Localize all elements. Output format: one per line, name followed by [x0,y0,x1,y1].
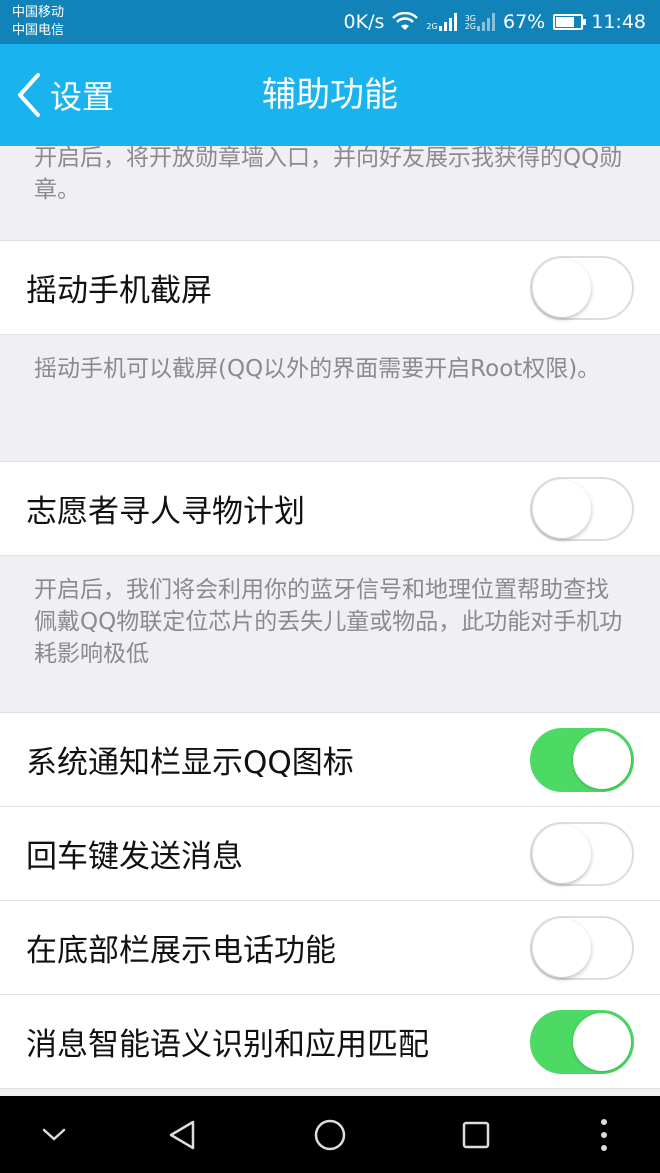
enter-to-send-row[interactable]: 回车键发送消息 [0,807,660,901]
back-triangle-icon [169,1120,195,1149]
signal-icon-1 [438,13,457,31]
bottom-bar-phone-toggle[interactable] [530,915,634,980]
row-label: 摇动手机截屏 [26,273,212,309]
volunteer-search-row[interactable]: 志愿者寻人寻物计划 [0,462,660,556]
smart-semantic-toggle[interactable] [530,1009,634,1074]
nav-back-button[interactable] [142,1096,222,1173]
carrier-2: 中国电信 [12,23,65,38]
nav-more-button[interactable] [564,1096,644,1173]
wifi-icon [392,12,419,30]
clock: 11:48 [591,11,646,33]
row-label: 在底部栏展示电话功能 [26,933,336,969]
volunteer-search-toggle[interactable] [530,476,634,541]
home-circle-icon [314,1119,346,1150]
network-type-tag-1: 2G [426,22,438,31]
shake-screenshot-row[interactable]: 摇动手机截屏 [0,241,660,335]
description-text: 摇动手机可以截屏(QQ以外的界面需要开启Root权限)。 [34,356,601,382]
description-text: 开启后，将开放勋章墙入口，并向好友展示我获得的QQ勋章。 [34,146,623,203]
notification-qq-icon-toggle[interactable] [530,727,634,792]
description-text: 开启后，我们将会利用你的蓝牙信号和地理位置帮助查找佩戴QQ物联定位芯片的丢失儿童… [34,577,623,667]
recents-square-icon [462,1121,490,1148]
carrier-1: 中国移动 [12,5,65,20]
row-label: 志愿者寻人寻物计划 [26,494,305,530]
volunteer-search-description: 开启后，我们将会利用你的蓝牙信号和地理位置帮助查找佩戴QQ物联定位芯片的丢失儿童… [0,556,660,713]
status-indicators: 0K/s 2G 3G 2G 67% 11:48 [344,0,646,44]
bottom-bar-phone-row[interactable]: 在底部栏展示电话功能 [0,901,660,995]
network-speed: 0K/s [343,11,385,33]
enter-to-send-toggle[interactable] [530,821,634,886]
network-type-tag-2: 3G 2G [464,14,476,31]
battery-icon [553,14,587,30]
smart-semantic-row[interactable]: 消息智能语义识别和应用匹配 [0,995,660,1089]
shake-screenshot-toggle[interactable] [530,255,634,320]
carrier-info: 中国移动 中国电信 [12,4,64,40]
nav-home-button[interactable] [290,1096,370,1173]
row-label: 回车键发送消息 [26,839,243,875]
row-label: 消息智能语义识别和应用匹配 [26,1027,429,1063]
nav-down-button[interactable] [14,1096,94,1173]
chevron-down-icon [42,1128,66,1141]
signal-icon-2 [477,13,495,31]
battery-percent: 67% [503,11,546,33]
page-title: 辅助功能 [262,75,398,115]
nav-recents-button[interactable] [436,1096,516,1173]
settings-list[interactable]: 开启后，将开放勋章墙入口，并向好友展示我获得的QQ勋章。 摇动手机截屏 摇动手机… [0,146,660,1096]
title-bar: 设置 辅助功能 [0,44,660,146]
notification-qq-icon-row[interactable]: 系统通知栏显示QQ图标 [0,713,660,807]
status-bar: 中国移动 中国电信 0K/s 2G 3G 2G 67% 11:48 [0,0,660,44]
system-nav-bar [0,1096,660,1173]
shake-screenshot-description: 摇动手机可以截屏(QQ以外的界面需要开启Root权限)。 [0,335,660,462]
medal-wall-description: 开启后，将开放勋章墙入口，并向好友展示我获得的QQ勋章。 [0,146,660,241]
more-dots-icon [601,1118,607,1151]
row-label: 系统通知栏显示QQ图标 [26,745,354,781]
